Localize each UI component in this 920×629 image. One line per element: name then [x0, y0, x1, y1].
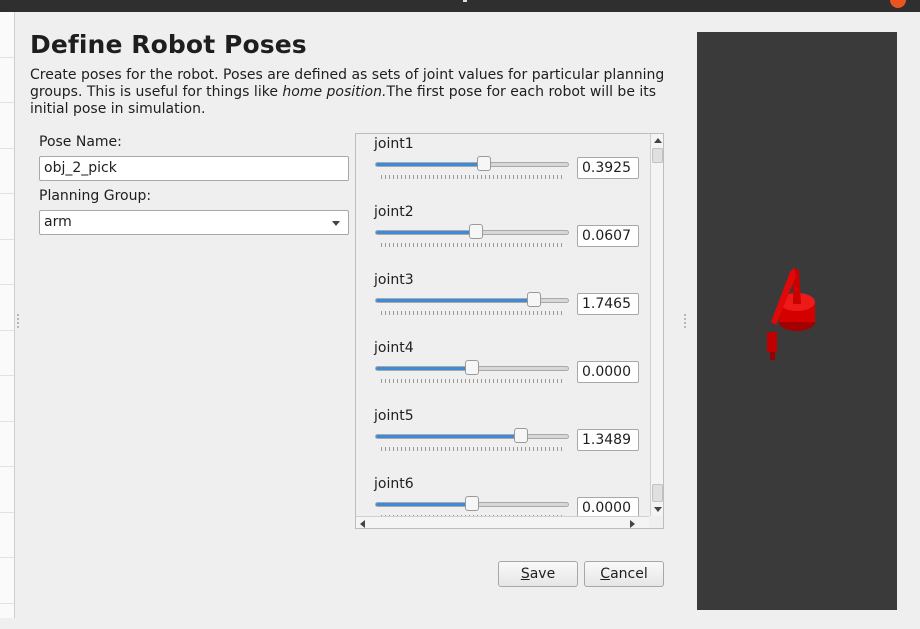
joint-row-joint1: joint1 0.3925 [356, 136, 649, 204]
joint-slider-ticks [381, 311, 563, 315]
vertical-scrollbar[interactable] [650, 134, 663, 516]
joint-slider-fill [376, 435, 520, 438]
joint-value-input[interactable]: 0.0000 [577, 497, 639, 516]
joint-slider-ticks [381, 175, 563, 179]
joint-name-label: joint1 [374, 136, 414, 152]
sidebar-item[interactable] [0, 467, 14, 513]
joint-slider-handle[interactable] [514, 428, 528, 443]
sidebar-item[interactable] [0, 285, 14, 331]
arrow-left-icon[interactable] [360, 520, 365, 528]
joint-slider-fill [376, 503, 472, 506]
joint-name-label: joint3 [374, 272, 414, 288]
arrow-down-icon[interactable] [654, 507, 662, 512]
joint-slider-ticks [381, 243, 563, 247]
planning-group-select[interactable]: arm [39, 210, 349, 235]
joint-slider-fill [376, 231, 476, 234]
joint-slider-handle[interactable] [527, 292, 541, 307]
joint-name-label: joint6 [374, 476, 414, 492]
joint-slider-handle[interactable] [469, 224, 483, 239]
joint-slider-track[interactable] [375, 162, 569, 167]
joint-slider-track[interactable] [375, 434, 569, 439]
window-close-button[interactable] [890, 0, 906, 8]
save-button[interactable]: Save [498, 561, 578, 587]
chevron-down-icon [332, 221, 340, 226]
robot-3d-view[interactable] [697, 32, 897, 610]
sidebar-item[interactable] [0, 103, 14, 149]
joint-slider-handle[interactable] [477, 156, 491, 171]
joint-slider-fill [376, 163, 484, 166]
joint-list: joint1 0.3925 joint2 0.0607 joint3 1.7465 join… [356, 134, 649, 516]
sidebar-item[interactable] [0, 194, 14, 240]
joint-row-joint6: joint6 0.0000 [356, 476, 649, 516]
window-titlebar [0, 0, 920, 12]
joint-row-joint2: joint2 0.0607 [356, 204, 649, 272]
joint-slider-ticks [381, 379, 563, 383]
splitter-handle-left[interactable] [17, 314, 19, 328]
joint-name-label: joint5 [374, 408, 414, 424]
planning-group-value: arm [44, 214, 72, 230]
planning-group-label: Planning Group: [39, 188, 152, 204]
joint-slider-ticks [381, 447, 563, 451]
splitter-handle-right[interactable] [684, 314, 686, 328]
joint-value-input[interactable]: 0.0000 [577, 361, 639, 383]
sidebar-item[interactable] [0, 376, 14, 422]
joint-row-joint5: joint5 1.3489 [356, 408, 649, 476]
joint-values-panel: joint1 0.3925 joint2 0.0607 joint3 1.7465 join… [355, 133, 664, 529]
joint-slider-handle[interactable] [465, 496, 479, 511]
sidebar-item[interactable] [0, 422, 14, 467]
horizontal-scrollbar[interactable] [356, 516, 649, 528]
joint-name-label: joint2 [374, 204, 414, 220]
scrollbar-handle-lower[interactable] [652, 484, 663, 502]
sidebar-item[interactable] [0, 149, 14, 194]
page-title: Define Robot Poses [30, 30, 307, 59]
joint-value-input[interactable]: 1.3489 [577, 429, 639, 451]
pose-name-label: Pose Name: [39, 134, 122, 150]
joint-row-joint4: joint4 0.0000 [356, 340, 649, 408]
joint-slider-fill [376, 367, 472, 370]
horizontal-scroll-track[interactable] [372, 519, 624, 528]
joint-name-label: joint4 [374, 340, 414, 356]
joint-value-input[interactable]: 1.7465 [577, 293, 639, 315]
sidebar-item[interactable] [0, 12, 14, 58]
sidebar-item[interactable] [0, 558, 14, 604]
joint-value-input[interactable]: 0.3925 [577, 157, 639, 179]
sidebar-item[interactable] [0, 513, 14, 558]
sidebar-item[interactable] [0, 240, 14, 285]
robot-wrist [767, 332, 777, 352]
joint-value-input[interactable]: 0.0607 [577, 225, 639, 247]
sidebar-item[interactable] [0, 58, 14, 103]
title-fragment [463, 0, 467, 2]
arrow-right-icon[interactable] [630, 520, 635, 528]
robot-gripper [770, 352, 775, 360]
page-description: Create poses for the robot. Poses are de… [30, 67, 665, 117]
arrow-up-icon[interactable] [654, 138, 662, 143]
joint-slider-fill [376, 299, 533, 302]
joint-slider-handle[interactable] [465, 360, 479, 375]
sidebar-list [0, 12, 15, 618]
sidebar-item[interactable] [0, 331, 14, 376]
robot-model [767, 268, 815, 360]
joint-row-joint3: joint3 1.7465 [356, 272, 649, 340]
cancel-button[interactable]: Cancel [584, 561, 664, 587]
pose-name-input[interactable]: obj_2_pick [39, 156, 349, 181]
scrollbar-handle[interactable] [652, 148, 663, 163]
